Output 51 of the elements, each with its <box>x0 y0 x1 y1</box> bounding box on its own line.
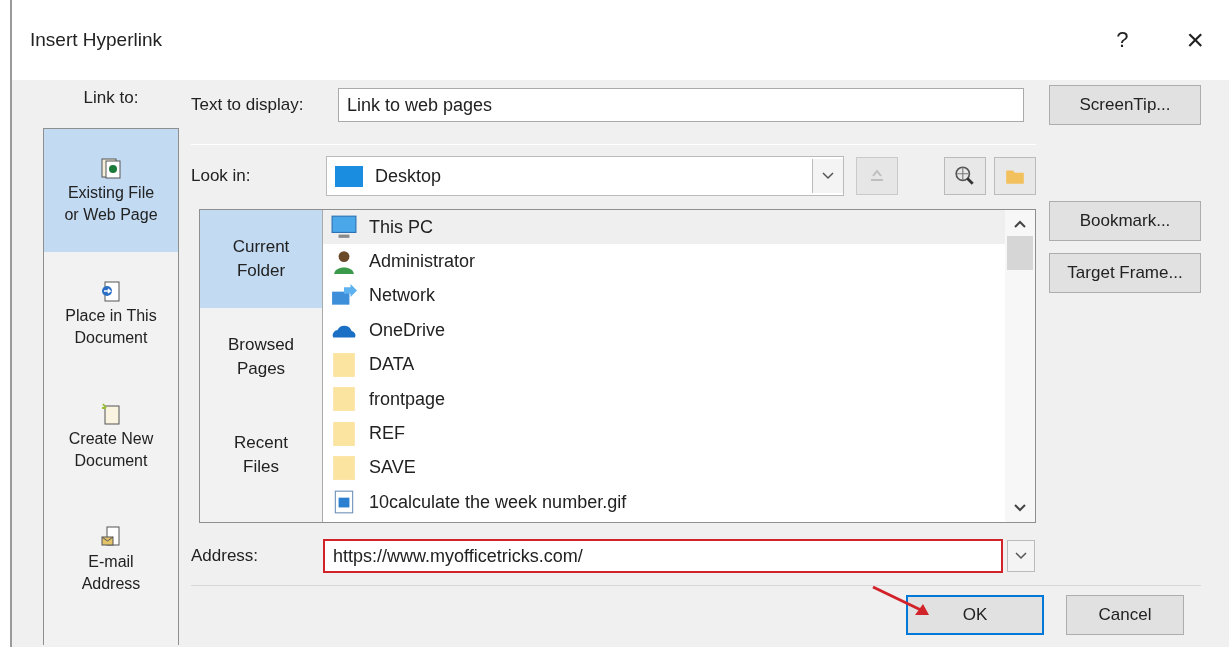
file-list-item[interactable]: DATA <box>323 347 1005 382</box>
document-envelope-icon <box>99 524 123 549</box>
text-to-display-label: Text to display: <box>191 95 305 115</box>
bookmark-button[interactable]: Bookmark... <box>1049 201 1201 241</box>
globe-magnifier-icon <box>954 165 976 187</box>
screentip-button[interactable]: ScreenTip... <box>1049 85 1201 125</box>
look-in-label: Look in: <box>191 166 252 186</box>
link-to-item[interactable]: E-mail Address <box>44 498 178 621</box>
link-to-item[interactable]: Place in This Document <box>44 252 178 375</box>
scrollbar[interactable] <box>1005 210 1035 522</box>
file-list-item[interactable]: frontpage <box>323 381 1005 417</box>
view-tab[interactable]: Browsed Pages <box>200 308 322 406</box>
target-frame-button[interactable]: Target Frame... <box>1049 253 1201 293</box>
file-list-item[interactable]: 10calculate the week number.gif <box>323 485 1005 520</box>
view-tab[interactable]: Recent Files <box>200 406 322 504</box>
folder-icon <box>331 352 357 377</box>
network-icon <box>331 283 357 308</box>
file-list-item[interactable]: REF <box>323 416 1005 451</box>
help-button[interactable]: ? <box>1116 27 1129 53</box>
window-title: Insert Hyperlink <box>30 29 163 51</box>
link-to-label: Link to: <box>83 88 139 109</box>
text-to-display-field[interactable]: Link to web pages <box>338 88 1024 122</box>
folder-icon <box>331 421 357 446</box>
address-field[interactable]: https://www.myofficetricks.com/ <box>323 539 1003 573</box>
file-list-item[interactable]: SAVE <box>323 450 1005 486</box>
folder-icon <box>331 387 357 412</box>
document-arrow-icon <box>99 278 123 303</box>
view-tab[interactable]: Current Folder <box>200 210 322 308</box>
scroll-up-icon[interactable] <box>1014 220 1026 228</box>
scrollbar-thumb[interactable] <box>1007 236 1033 270</box>
monitor-icon <box>331 215 357 240</box>
folder-icon <box>331 455 357 480</box>
file-list-item[interactable]: Network <box>323 278 1005 314</box>
address-label: Address: <box>191 546 260 566</box>
browse-web-button[interactable] <box>944 157 986 195</box>
file-list-item[interactable]: OneDrive <box>323 313 1005 348</box>
new-document-icon <box>99 401 123 426</box>
file-list-item[interactable]: Administrator <box>323 244 1005 279</box>
cancel-button[interactable]: Cancel <box>1066 595 1184 635</box>
desktop-icon <box>335 165 363 187</box>
close-button[interactable]: × <box>1186 23 1204 57</box>
file-list-item[interactable]: This PC <box>323 210 1005 245</box>
look-in-dropdown[interactable]: Desktop <box>326 156 844 196</box>
document-globe-icon <box>99 155 123 180</box>
chevron-down-icon <box>822 172 834 180</box>
user-icon <box>331 249 357 274</box>
link-to-item[interactable]: Existing File or Web Page <box>44 129 178 252</box>
chevron-down-icon[interactable] <box>1015 552 1027 560</box>
ok-button[interactable]: OK <box>906 595 1044 635</box>
link-to-item[interactable]: Create New Document <box>44 375 178 498</box>
scroll-down-icon[interactable] <box>1014 504 1026 512</box>
